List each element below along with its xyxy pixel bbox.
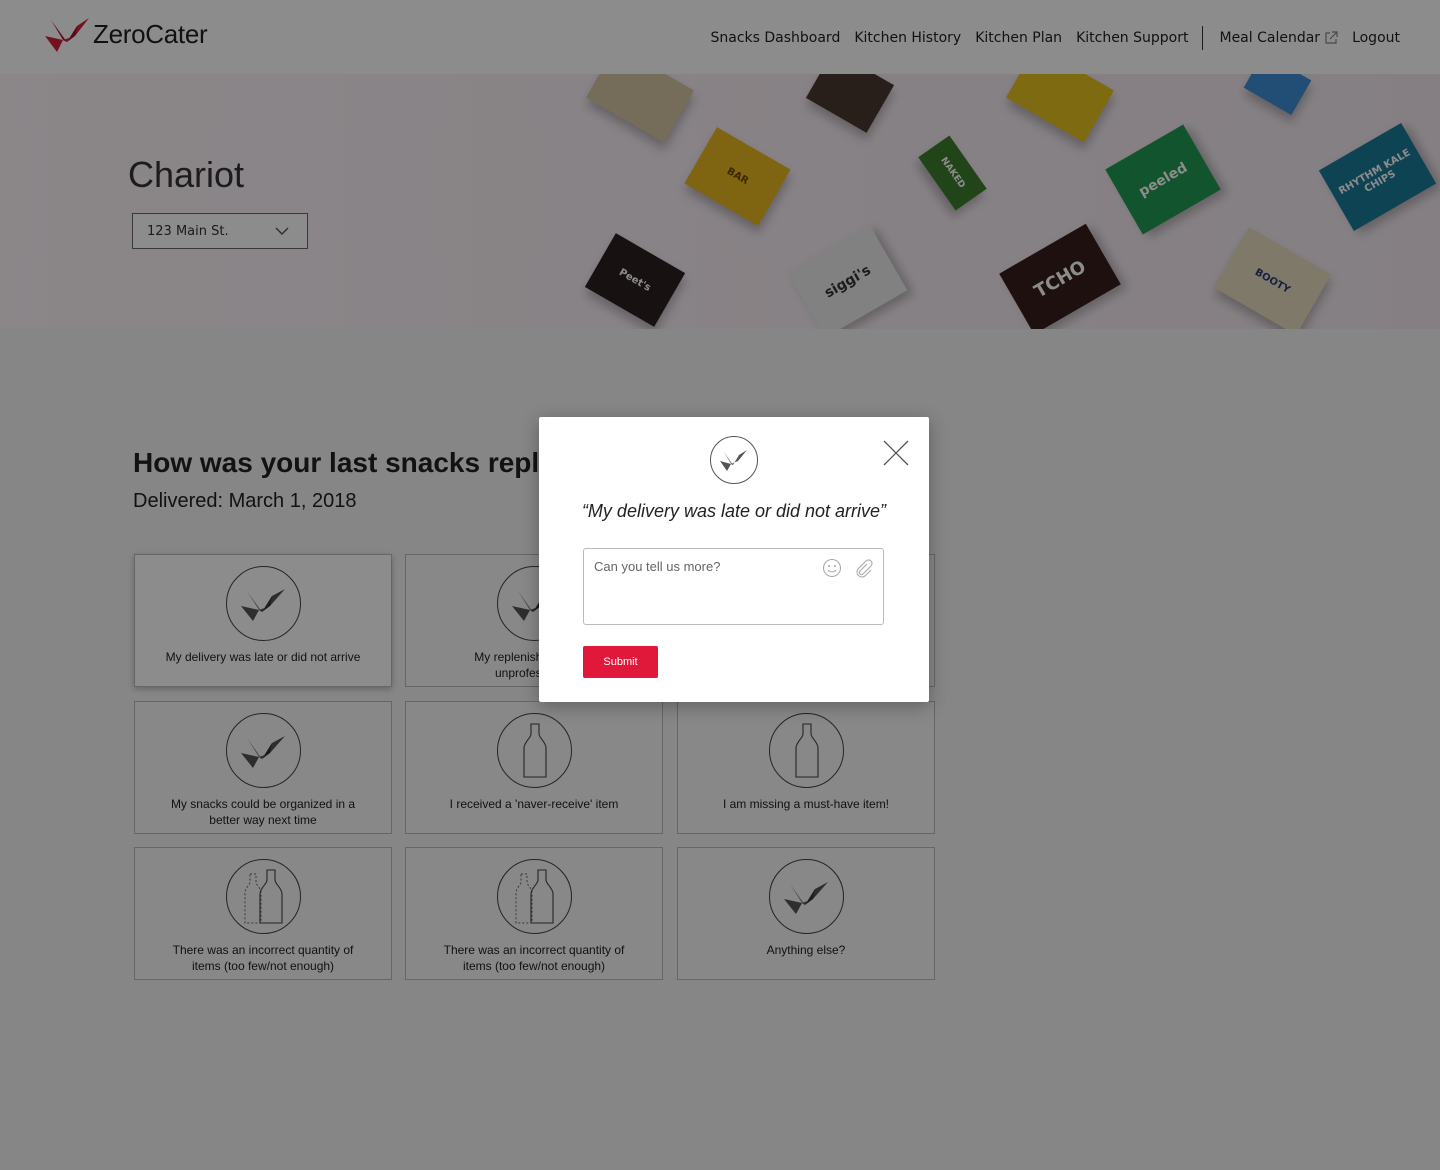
feedback-textbox [583, 548, 884, 625]
feedback-modal: “My delivery was late or did not arrive”… [539, 417, 929, 702]
modal-quote: “My delivery was late or did not arrive” [581, 501, 887, 521]
feedback-textarea[interactable] [584, 549, 814, 624]
emoji-icon[interactable] [821, 557, 843, 579]
close-icon[interactable] [882, 439, 910, 467]
crane-icon [710, 436, 758, 484]
submit-button[interactable]: Submit [583, 646, 658, 678]
paperclip-icon[interactable] [852, 557, 874, 579]
